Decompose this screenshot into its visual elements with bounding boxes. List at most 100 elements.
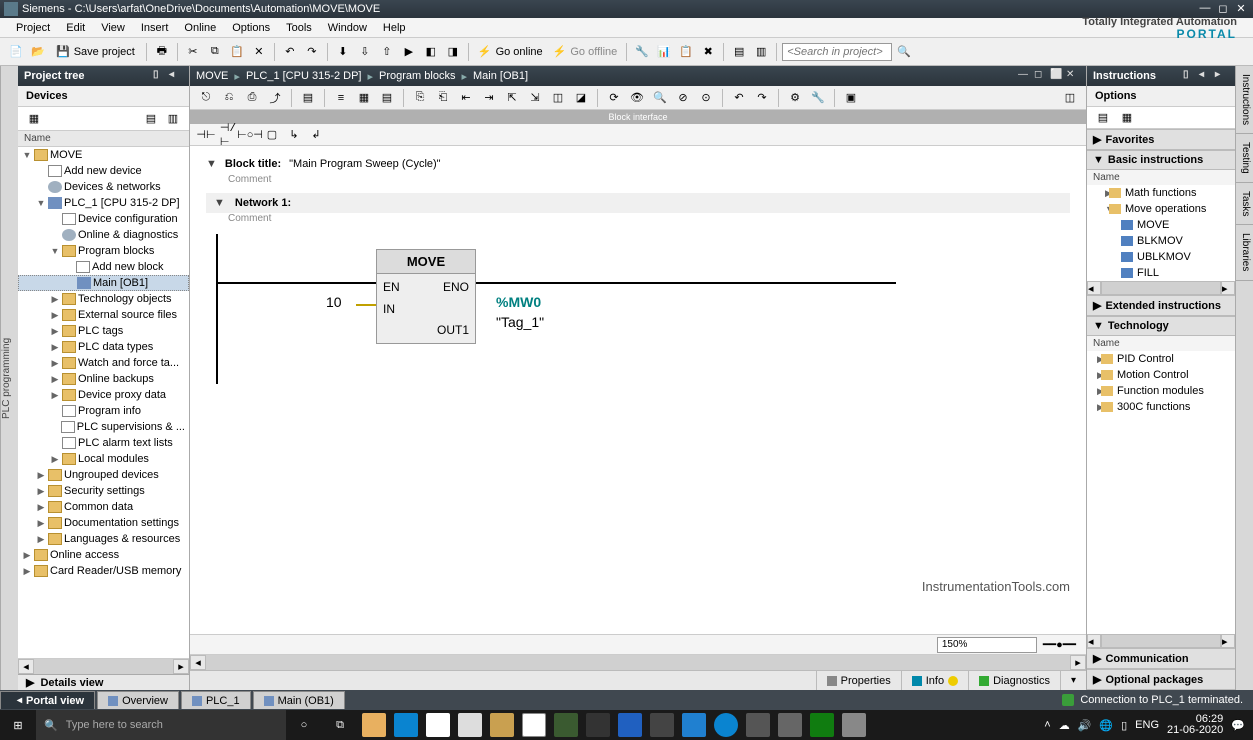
block-title-twisty[interactable]: ▼: [206, 158, 217, 170]
tray-clock[interactable]: 06:29 21-06-2020: [1167, 714, 1223, 736]
vtab-instructions[interactable]: Instructions: [1236, 66, 1253, 134]
et-icon-9[interactable]: ⎘: [410, 88, 430, 108]
et-icon-10[interactable]: ⎗: [433, 88, 453, 108]
tab-info[interactable]: Info: [901, 671, 968, 690]
tb-icon-2[interactable]: ◨: [443, 42, 463, 62]
et-icon-16[interactable]: ◪: [571, 88, 591, 108]
block-title-value[interactable]: "Main Program Sweep (Cycle)": [289, 158, 440, 170]
app-9-icon[interactable]: [714, 713, 738, 737]
tree-plc-datatypes[interactable]: ▶PLC data types: [18, 339, 189, 355]
et-icon-13[interactable]: ⇱: [502, 88, 522, 108]
app-8-icon[interactable]: [682, 713, 706, 737]
instr-btn3-icon[interactable]: ▸: [1215, 69, 1229, 83]
opt-icon-2[interactable]: ▦: [1117, 108, 1137, 128]
et-icon-5[interactable]: ▤: [298, 88, 318, 108]
app-edge-icon[interactable]: [394, 713, 418, 737]
go-offline-button[interactable]: ⚡ Go offline: [549, 45, 622, 58]
instr-fill[interactable]: FILL: [1087, 265, 1235, 281]
app-store-icon[interactable]: [426, 713, 450, 737]
tray-network-icon[interactable]: 🌐: [1099, 719, 1113, 732]
devices-view-icon[interactable]: ▦: [24, 109, 44, 129]
instr-motion[interactable]: ▶Motion Control: [1087, 367, 1235, 383]
editor-hscroll[interactable]: ◂▸: [190, 654, 1086, 670]
app-excel-icon[interactable]: [810, 713, 834, 737]
maximize-button[interactable]: ◻: [1215, 2, 1231, 16]
tray-onedrive-icon[interactable]: ☁: [1059, 719, 1070, 732]
et-icon-8[interactable]: ▤: [377, 88, 397, 108]
et-icon-7[interactable]: ▦: [354, 88, 374, 108]
box-icon[interactable]: ▢: [264, 128, 280, 142]
crumb-2[interactable]: Program blocks: [379, 70, 455, 82]
instr-blkmov[interactable]: BLKMOV: [1087, 233, 1235, 249]
delete-icon[interactable]: ✕: [249, 42, 269, 62]
menu-view[interactable]: View: [93, 20, 133, 36]
go-online-button[interactable]: ⚡ Go online: [474, 45, 547, 58]
tab-main[interactable]: Main (OB1): [253, 691, 345, 709]
app-5-icon[interactable]: [586, 713, 610, 737]
copy-icon[interactable]: ⧉: [205, 42, 225, 62]
opt-icon-1[interactable]: ▤: [1093, 108, 1113, 128]
instr-hscroll[interactable]: ◂▸: [1087, 281, 1235, 295]
et-layout-icon[interactable]: ◫: [1060, 88, 1080, 108]
nc-contact-icon[interactable]: ⊣/⊢: [220, 121, 236, 149]
tree-root[interactable]: ▼MOVE: [18, 147, 189, 163]
tree-ext-src[interactable]: ▶External source files: [18, 307, 189, 323]
tree-watch-force[interactable]: ▶Watch and force ta...: [18, 355, 189, 371]
tray-battery-icon[interactable]: ▯: [1121, 719, 1127, 732]
instr-pid[interactable]: ▶PID Control: [1087, 351, 1235, 367]
tree-device-proxy[interactable]: ▶Device proxy data: [18, 387, 189, 403]
start-button[interactable]: ⊞: [0, 710, 36, 740]
out-address[interactable]: %MW0: [496, 294, 541, 310]
open-project-icon[interactable]: 📂: [28, 42, 48, 62]
instr-math-functions[interactable]: ▶Math functions: [1087, 185, 1235, 201]
cat-basic-instructions[interactable]: ▼Basic instructions: [1087, 150, 1235, 170]
crumb-1[interactable]: PLC_1 [CPU 315-2 DP]: [246, 70, 362, 82]
tb-icon-6[interactable]: ▤: [729, 42, 749, 62]
instr-btn1-icon[interactable]: ▯: [1183, 69, 1197, 83]
app-11-icon[interactable]: [778, 713, 802, 737]
crumb-3[interactable]: Main [OB1]: [473, 70, 528, 82]
vtab-libraries[interactable]: Libraries: [1236, 225, 1253, 280]
zoom-slider-icon[interactable]: ━━●━━: [1043, 638, 1076, 651]
branch-close-icon[interactable]: ↲: [308, 128, 324, 142]
search-project-input[interactable]: [782, 43, 892, 61]
et-icon-24[interactable]: ⚙: [785, 88, 805, 108]
et-icon-25[interactable]: 🔧: [808, 88, 828, 108]
instr-func-modules[interactable]: ▶Function modules: [1087, 383, 1235, 399]
et-icon-12[interactable]: ⇥: [479, 88, 499, 108]
block-interface-bar[interactable]: Block interface: [190, 110, 1086, 124]
app-chrome-icon[interactable]: [522, 713, 546, 737]
menu-tools[interactable]: Tools: [278, 20, 320, 36]
cat-optional-packages[interactable]: ▶Optional packages: [1087, 669, 1235, 690]
et-icon-15[interactable]: ◫: [548, 88, 568, 108]
instr-btn2-icon[interactable]: ◂: [1199, 69, 1213, 83]
et-icon-4[interactable]: ⤴: [265, 88, 285, 108]
tree-online-diag[interactable]: Online & diagnostics: [18, 227, 189, 243]
vtab-tasks[interactable]: Tasks: [1236, 183, 1253, 226]
tree-doc-settings[interactable]: ▶Documentation settings: [18, 515, 189, 531]
menu-options[interactable]: Options: [224, 20, 278, 36]
in-value[interactable]: 10: [326, 294, 342, 310]
branch-open-icon[interactable]: ↳: [286, 128, 302, 142]
instr-300c[interactable]: ▶300C functions: [1087, 399, 1235, 415]
tree-tech-objects[interactable]: ▶Technology objects: [18, 291, 189, 307]
instr-ublkmov[interactable]: UBLKMOV: [1087, 249, 1235, 265]
tab-diagnostics[interactable]: Diagnostics: [968, 671, 1060, 690]
undo-icon[interactable]: ↶: [280, 42, 300, 62]
editor-close-icon[interactable]: ✕: [1066, 69, 1080, 83]
tree-plc[interactable]: ▼PLC_1 [CPU 315-2 DP]: [18, 195, 189, 211]
et-icon-19[interactable]: 🔍: [650, 88, 670, 108]
tb-icon-4[interactable]: 📊: [654, 42, 674, 62]
tree-plc-tags[interactable]: ▶PLC tags: [18, 323, 189, 339]
tree-alarm-texts[interactable]: PLC alarm text lists: [18, 435, 189, 451]
instr-move[interactable]: MOVE: [1087, 217, 1235, 233]
network-twisty[interactable]: ▼: [214, 197, 225, 209]
redo-icon[interactable]: ↷: [302, 42, 322, 62]
tree-program-blocks[interactable]: ▼Program blocks: [18, 243, 189, 259]
cat-favorites[interactable]: ▶Favorites: [1087, 129, 1235, 150]
tab-overview[interactable]: Overview: [97, 691, 179, 709]
network-header[interactable]: ▼ Network 1:: [206, 193, 1070, 213]
app-tia-icon[interactable]: [554, 713, 578, 737]
menu-online[interactable]: Online: [176, 20, 224, 36]
app-paint-icon[interactable]: [490, 713, 514, 737]
